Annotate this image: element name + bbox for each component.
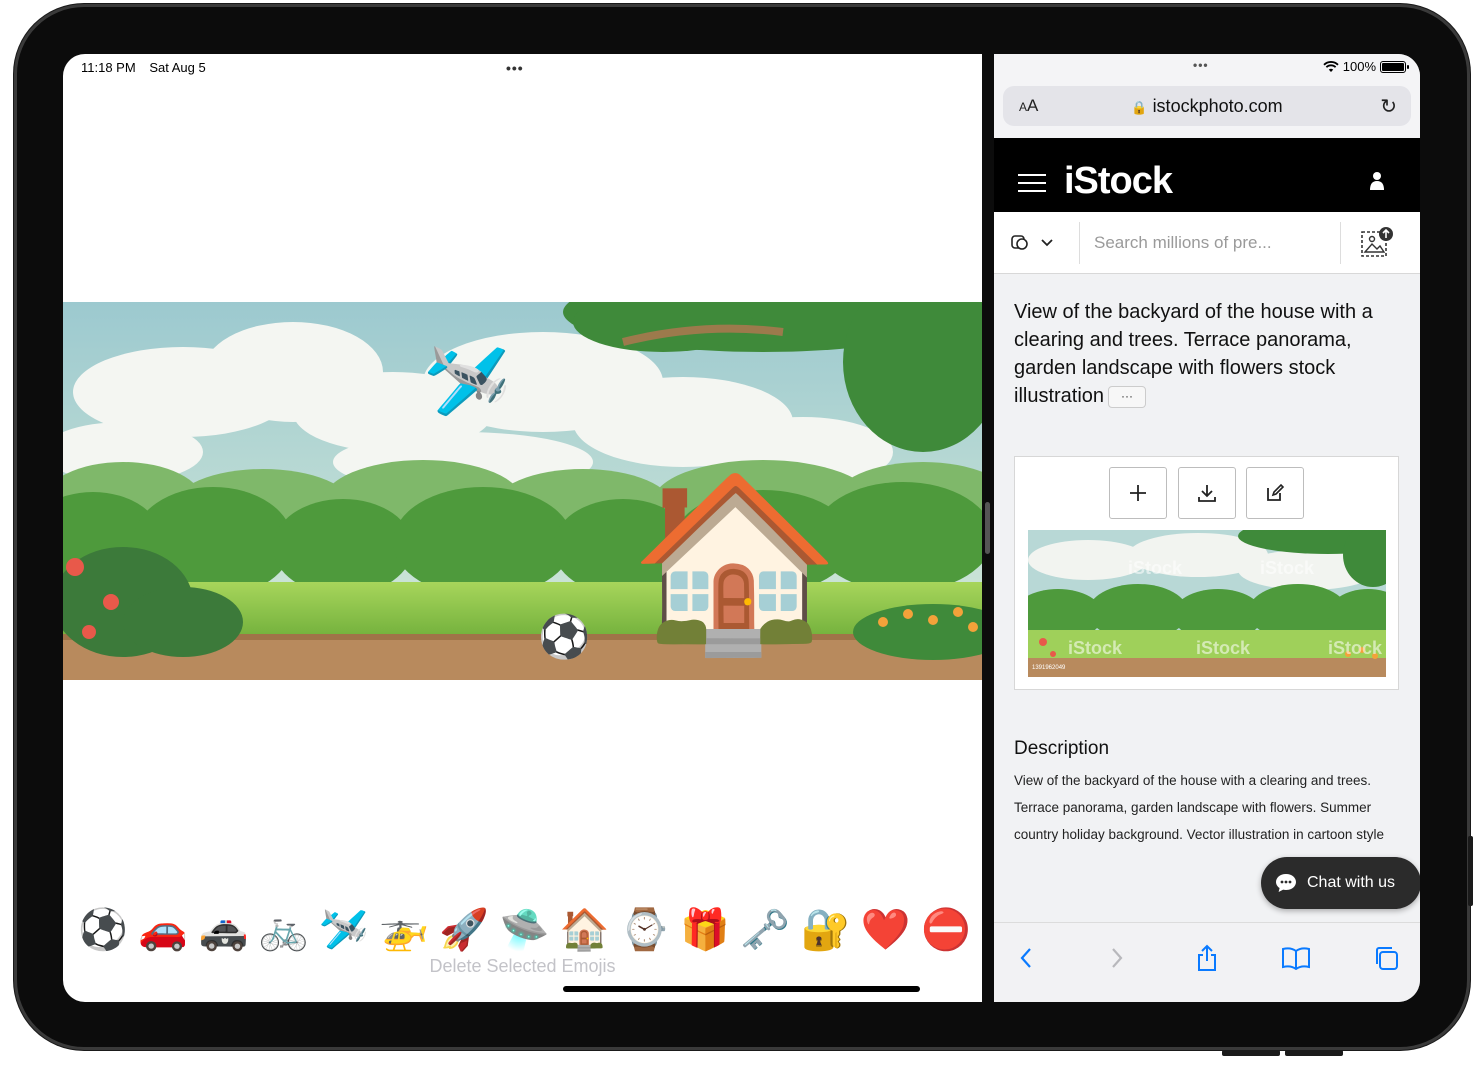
- url-domain: istockphoto.com: [1152, 96, 1283, 116]
- safari-app: ••• 100% AA 🔒 istockphoto.com ↻ iStock S…: [994, 54, 1420, 1002]
- media-type-dropdown[interactable]: [1010, 232, 1054, 257]
- chevron-left-icon: [1020, 948, 1031, 968]
- bookmarks-button[interactable]: [1281, 943, 1311, 973]
- add-to-board-button[interactable]: [1109, 467, 1167, 519]
- image-title-text: View of the backyard of the house with a…: [1014, 301, 1373, 407]
- description-body: View of the backyard of the house with a…: [1014, 773, 1384, 842]
- palette-emoji-bicycle[interactable]: 🚲: [258, 910, 310, 950]
- tabs-icon: [1376, 947, 1398, 970]
- volume-button: [1285, 1050, 1343, 1056]
- watermark: iStock: [1328, 638, 1383, 658]
- share-icon: [1198, 944, 1216, 971]
- multitasking-dots[interactable]: •••: [1193, 58, 1209, 72]
- palette-emoji-house[interactable]: 🏠: [559, 910, 611, 950]
- search-separator: [1340, 222, 1341, 264]
- chat-with-us-button[interactable]: Chat with us: [1261, 857, 1420, 909]
- search-by-image-icon[interactable]: [1360, 226, 1394, 260]
- split-view-divider-handle[interactable]: [985, 502, 990, 554]
- watermark: iStock: [1128, 558, 1183, 578]
- image-title: View of the backyard of the house with a…: [1014, 298, 1404, 410]
- palette-emoji-no-entry[interactable]: ⛔: [920, 910, 972, 950]
- book-icon: [1282, 947, 1310, 970]
- palette-emoji-key[interactable]: 🗝️: [739, 910, 791, 950]
- media-type-icon: [1011, 235, 1053, 250]
- palette-emoji-airplane[interactable]: 🛩️: [318, 910, 370, 950]
- search-row: [994, 212, 1420, 274]
- landscape-illustration: [63, 302, 982, 680]
- reload-icon[interactable]: ↻: [1380, 94, 1397, 119]
- safari-toolbar: [994, 922, 1420, 1002]
- watermark: iStock: [1260, 558, 1315, 578]
- palette-emoji-soccer-ball[interactable]: ⚽: [77, 910, 129, 950]
- plus-icon: [1130, 485, 1146, 501]
- delete-selected-emojis-button[interactable]: Delete Selected Emojis: [63, 956, 982, 977]
- canvas-background-image[interactable]: 🛩️ 🏠 ⚽: [63, 302, 982, 680]
- address-bar[interactable]: AA 🔒 istockphoto.com ↻: [1003, 86, 1411, 126]
- image-preview-card: iStock iStock iStock iStock iStock 13919…: [1014, 456, 1399, 690]
- palette-emoji-car[interactable]: 🚗: [137, 910, 189, 950]
- palette-emoji-gift[interactable]: 🎁: [679, 910, 731, 950]
- palette-emoji-ufo[interactable]: 🛸: [498, 910, 550, 950]
- tabs-button[interactable]: [1371, 943, 1401, 973]
- stock-image-preview[interactable]: iStock iStock iStock iStock iStock 13919…: [1028, 530, 1386, 677]
- battery-percent: 100%: [1342, 59, 1376, 74]
- description-heading: Description: [1014, 738, 1110, 759]
- status-date: Sat Aug 5: [149, 60, 206, 75]
- palette-emoji-police-car[interactable]: 🚓: [197, 910, 249, 950]
- share-button[interactable]: [1192, 943, 1222, 973]
- chat-bubble-icon: [1276, 874, 1296, 892]
- edit-icon: [1267, 483, 1285, 501]
- status-bar-right: 100%: [1323, 59, 1409, 74]
- palette-emoji-lock-with-key[interactable]: 🔐: [799, 910, 851, 950]
- image-id: 1391962049: [1032, 665, 1066, 671]
- download-icon: [1198, 485, 1216, 502]
- wifi-icon: [1323, 60, 1339, 72]
- chevron-right-icon: [1112, 948, 1123, 968]
- edit-image-button[interactable]: [1246, 467, 1304, 519]
- palette-emoji-rocket[interactable]: 🚀: [438, 910, 490, 950]
- chat-label: Chat with us: [1307, 874, 1396, 891]
- download-button[interactable]: [1178, 467, 1236, 519]
- user-account-icon[interactable]: [1370, 172, 1384, 190]
- house-emoji-on-canvas[interactable]: 🏠: [629, 478, 841, 648]
- battery-icon: [1380, 60, 1409, 73]
- hamburger-menu-icon[interactable]: [1018, 174, 1046, 192]
- status-time: 11:18 PM: [81, 60, 136, 75]
- volume-button: [1222, 1050, 1280, 1056]
- ball-emoji-on-canvas[interactable]: ⚽: [538, 616, 590, 658]
- watermark: iStock: [1068, 638, 1123, 658]
- power-button: [1468, 836, 1473, 906]
- palette-emoji-helicopter[interactable]: 🚁: [378, 910, 430, 950]
- palette-emoji-heart[interactable]: ❤️: [860, 910, 912, 950]
- istock-logo[interactable]: iStock: [1064, 160, 1173, 203]
- plane-emoji-on-canvas[interactable]: 🛩️: [423, 346, 510, 416]
- search-input[interactable]: [1094, 230, 1334, 256]
- emoji-art-app: 11:18 PM Sat Aug 5 ••• 🛩️ 🏠 ⚽ ⚽ 🚗 🚓 🚲 🛩️…: [63, 54, 982, 1002]
- safari-top-bar: ••• 100% AA 🔒 istockphoto.com ↻: [994, 54, 1420, 138]
- more-tags-button[interactable]: ···: [1108, 385, 1147, 408]
- watermark: iStock: [1196, 638, 1251, 658]
- multitasking-dots[interactable]: •••: [506, 60, 524, 76]
- back-button[interactable]: [1011, 943, 1041, 973]
- forward-button[interactable]: [1102, 943, 1132, 973]
- lock-icon: 🔒: [1131, 100, 1148, 115]
- home-indicator[interactable]: [563, 986, 920, 992]
- palette-emoji-watch[interactable]: ⌚: [619, 910, 671, 950]
- search-separator: [1079, 222, 1080, 264]
- status-bar: 11:18 PM Sat Aug 5: [81, 60, 216, 75]
- url-text[interactable]: 🔒 istockphoto.com: [1003, 96, 1411, 117]
- emoji-palette: ⚽ 🚗 🚓 🚲 🛩️ 🚁 🚀 🛸 🏠 ⌚ 🎁 🗝️ 🔐 ❤️ ⛔: [77, 902, 972, 958]
- istock-header: iStock: [994, 138, 1420, 212]
